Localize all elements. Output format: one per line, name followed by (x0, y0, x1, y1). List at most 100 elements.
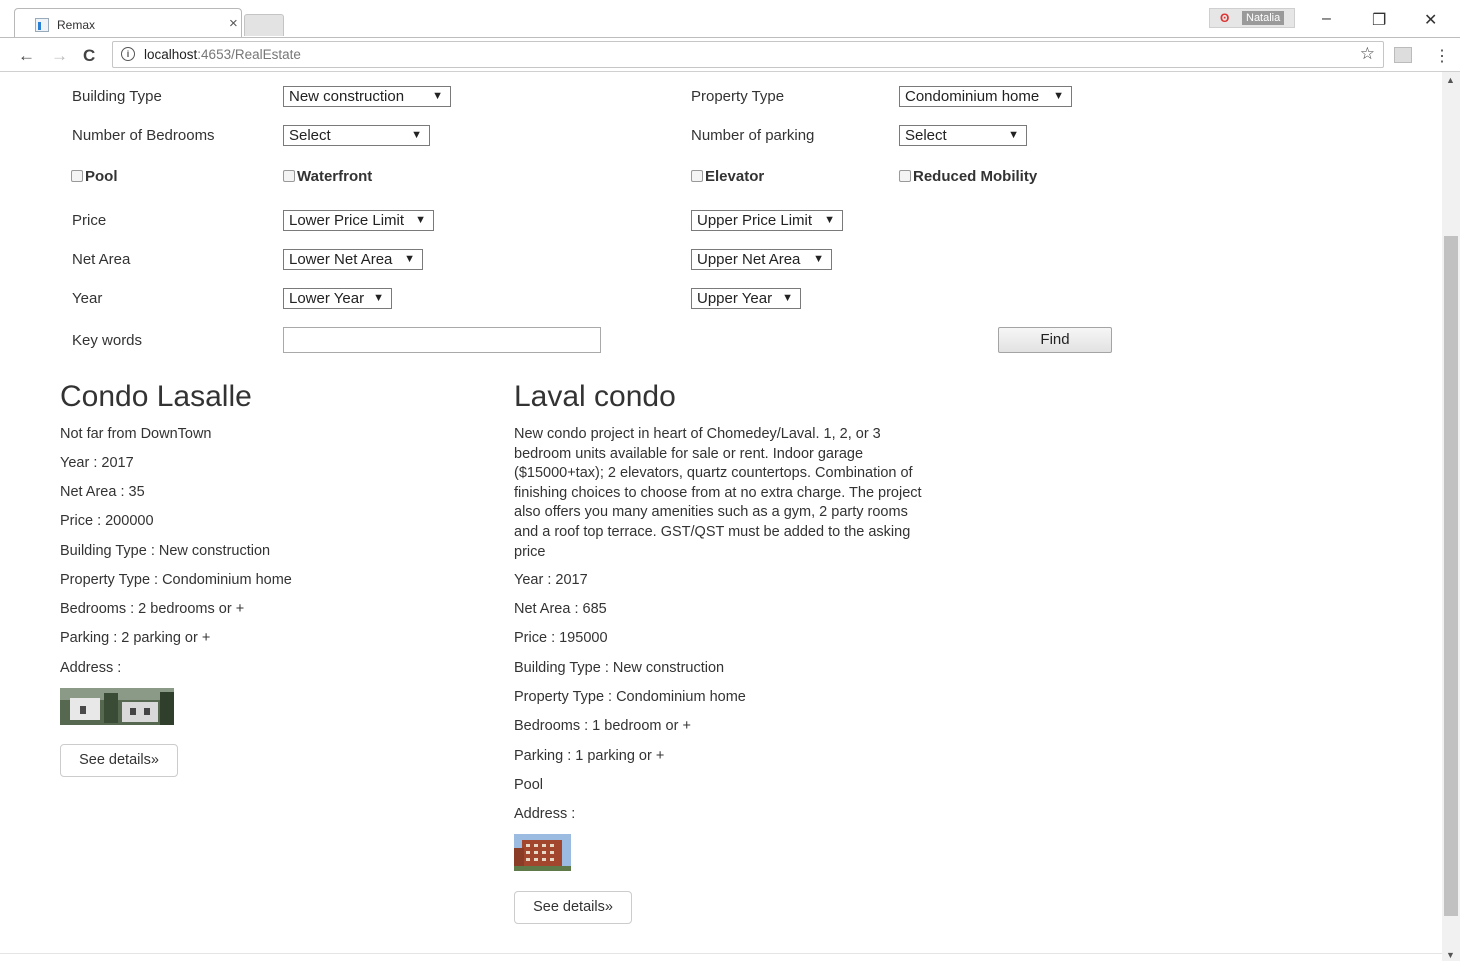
chevron-down-icon: ▼ (1008, 129, 1019, 141)
chevron-down-icon: ▼ (1053, 90, 1064, 102)
listing-price: Price : 200000 (60, 513, 154, 529)
upper-year-select[interactable]: Upper Year ▼ (691, 288, 801, 309)
see-details-button[interactable]: See details» (514, 891, 632, 924)
bedrooms-select[interactable]: Select ▼ (283, 125, 430, 146)
listing-feature: Pool (514, 777, 544, 793)
price-label: Price (72, 212, 107, 229)
building-type-label: Building Type (72, 88, 162, 105)
window-close-icon[interactable]: ✕ (1424, 10, 1437, 30)
scroll-up-icon[interactable]: ▲ (1446, 75, 1455, 85)
page-content: Building Type New construction ▼ Propert… (0, 72, 1442, 961)
lower-net-area-select[interactable]: Lower Net Area ▼ (283, 249, 423, 270)
parking-value: Select (905, 127, 947, 144)
parking-label: Number of parking (691, 127, 815, 144)
listing-building-type: Building Type : New construction (514, 660, 725, 676)
extension-icon[interactable] (1394, 47, 1412, 63)
profile-name: Natalia (1242, 11, 1285, 25)
bedrooms-value: Select (289, 127, 331, 144)
building-type-select[interactable]: New construction ▼ (283, 86, 451, 107)
chevron-down-icon: ▼ (432, 90, 443, 102)
upper-net-area-select[interactable]: Upper Net Area ▼ (691, 249, 832, 270)
listing-photo[interactable] (514, 834, 571, 871)
browser-menu-icon[interactable]: ⋮ (1434, 46, 1450, 66)
chevron-down-icon: ▼ (404, 253, 415, 265)
lower-price-select[interactable]: Lower Price Limit ▼ (283, 210, 434, 231)
see-details-button[interactable]: See details» (60, 744, 178, 777)
url-path: :4653/RealEstate (197, 47, 301, 62)
page-icon (35, 18, 49, 32)
browser-tab-remax[interactable]: Remax × (14, 8, 242, 38)
listing-title: Condo Lasalle (60, 380, 252, 413)
browser-tabbar: Remax × ʘ Natalia – ❐ ✕ (0, 0, 1460, 38)
property-type-value: Condominium home (905, 88, 1040, 105)
listing-parking: Parking : 2 parking or + (60, 630, 211, 646)
keywords-input[interactable] (283, 327, 601, 353)
parking-select[interactable]: Select ▼ (899, 125, 1027, 146)
minimize-icon[interactable]: – (1322, 10, 1331, 28)
scroll-thumb[interactable] (1444, 236, 1458, 916)
find-button[interactable]: Find (998, 327, 1112, 353)
new-tab-button[interactable] (244, 14, 284, 36)
pool-checkbox[interactable] (71, 170, 83, 182)
listing-description: New condo project in heart of Chomedey/L… (514, 426, 922, 560)
listing-photo[interactable] (60, 688, 174, 725)
listing-address: Address : (514, 806, 576, 822)
property-type-label: Property Type (691, 88, 785, 105)
lower-year-select[interactable]: Lower Year ▼ (283, 288, 392, 309)
listing-property-type: Property Type : Condominium home (514, 689, 746, 705)
lower-year-value: Lower Year (289, 290, 365, 307)
listing-property-type: Property Type : Condominium home (60, 572, 292, 588)
listing-building-type: Building Type : New construction (60, 543, 271, 559)
listing-description: Not far from DownTown (60, 426, 212, 442)
reload-icon[interactable]: C (83, 46, 95, 66)
upper-price-select[interactable]: Upper Price Limit ▼ (691, 210, 843, 231)
year-label: Year (72, 290, 103, 307)
chevron-down-icon: ▼ (373, 292, 384, 304)
tab-close-icon[interactable]: × (229, 15, 238, 32)
upper-year-value: Upper Year (697, 290, 773, 307)
checkbox-reduced-mobility[interactable]: Reduced Mobility (899, 168, 1037, 185)
waterfront-label: Waterfront (297, 168, 373, 185)
building-photo-illustration (514, 834, 571, 871)
scroll-down-icon[interactable]: ▼ (1446, 950, 1455, 960)
chevron-down-icon: ▼ (782, 292, 793, 304)
checkbox-elevator[interactable]: Elevator (691, 168, 764, 185)
restore-icon[interactable]: ❐ (1372, 10, 1386, 30)
upper-price-value: Upper Price Limit (697, 212, 813, 229)
listing-title: Laval condo (514, 380, 676, 413)
building-type-value: New construction (289, 88, 405, 105)
property-type-select[interactable]: Condominium home ▼ (899, 86, 1072, 107)
tab-title: Remax (57, 18, 96, 32)
profile-icon: ʘ (1220, 11, 1230, 25)
checkbox-waterfront[interactable]: Waterfront (283, 168, 372, 185)
info-icon[interactable]: i (121, 47, 135, 61)
listing-bedrooms: Bedrooms : 1 bedroom or + (514, 718, 691, 734)
url-text: localhost:4653/RealEstate (144, 47, 301, 62)
bedrooms-label: Number of Bedrooms (72, 127, 215, 144)
page-scrollbar[interactable]: ▲ ▼ (1442, 72, 1460, 961)
profile-button[interactable]: ʘ Natalia (1209, 8, 1295, 28)
listing-bedrooms: Bedrooms : 2 bedrooms or + (60, 601, 245, 617)
address-bar[interactable]: i localhost:4653/RealEstate ☆ (112, 41, 1384, 68)
reduced-mobility-checkbox[interactable] (899, 170, 911, 182)
listing-net-area: Net Area : 35 (60, 484, 145, 500)
listing-address: Address : (60, 660, 122, 676)
house-photo-illustration (60, 688, 174, 725)
listing-parking: Parking : 1 parking or + (514, 748, 665, 764)
footer-divider (0, 953, 1442, 954)
pool-label: Pool (85, 168, 118, 185)
checkbox-pool[interactable]: Pool (71, 168, 118, 185)
chevron-down-icon: ▼ (415, 214, 426, 226)
forward-icon[interactable]: → (51, 46, 68, 66)
listing-year: Year : 2017 (60, 455, 134, 471)
chevron-down-icon: ▼ (824, 214, 835, 226)
reduced-mobility-label: Reduced Mobility (913, 168, 1038, 185)
bookmark-star-icon[interactable]: ☆ (1360, 44, 1375, 64)
elevator-checkbox[interactable] (691, 170, 703, 182)
url-host: localhost (144, 47, 198, 62)
waterfront-checkbox[interactable] (283, 170, 295, 182)
listing-net-area: Net Area : 685 (514, 601, 607, 617)
back-icon[interactable]: ← (18, 46, 35, 66)
listing-year: Year : 2017 (514, 572, 588, 588)
net-area-label: Net Area (72, 251, 131, 268)
